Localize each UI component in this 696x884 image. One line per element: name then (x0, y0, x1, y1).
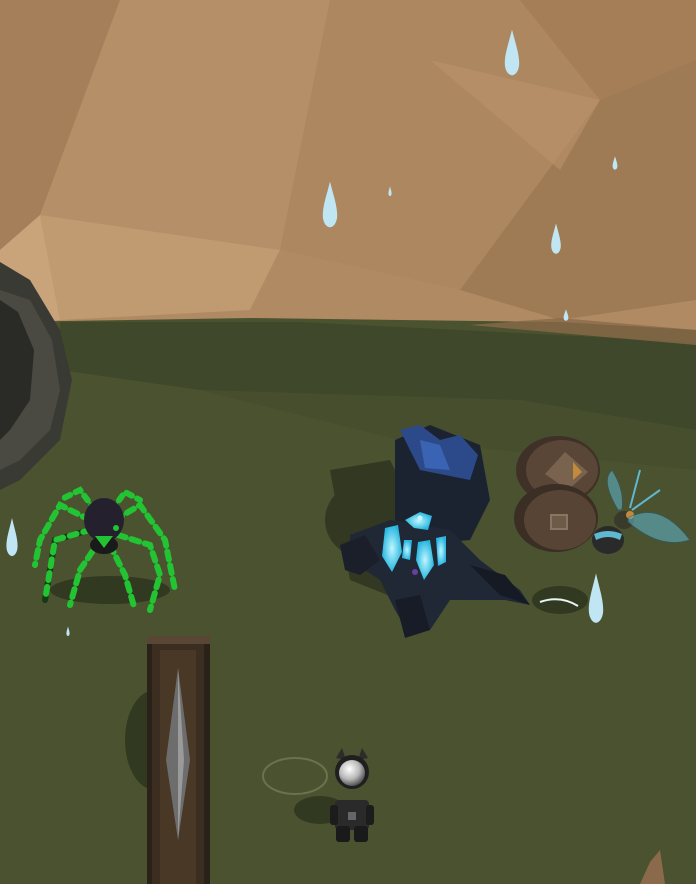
barrel-stack-icon (514, 436, 600, 552)
cliff-wall (0, 0, 696, 340)
wooden-trapdoor-door-icon[interactable] (147, 636, 210, 884)
game-viewport[interactable] (0, 0, 696, 884)
